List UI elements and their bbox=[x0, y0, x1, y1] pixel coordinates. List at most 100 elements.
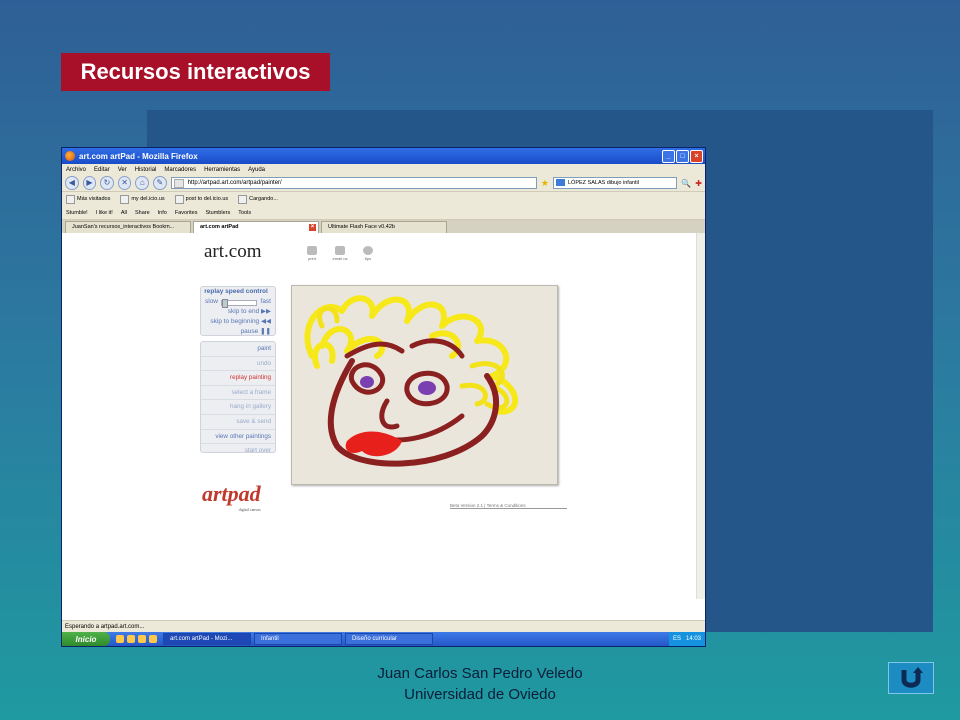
skip-to-end-button[interactable]: skip to end ▶▶ bbox=[201, 307, 275, 317]
quicklaunch-icon[interactable] bbox=[116, 635, 124, 643]
eyebrows-stroke bbox=[344, 338, 465, 359]
bookmark-item[interactable]: post to del.icio.us bbox=[174, 194, 229, 204]
bookmark-label: post to del.icio.us bbox=[185, 196, 229, 202]
slider-handle[interactable] bbox=[222, 299, 229, 308]
reload-icon[interactable]: ↻ bbox=[100, 176, 114, 190]
favorites-button[interactable]: Favorites bbox=[175, 210, 198, 216]
tool-label: email us bbox=[332, 256, 348, 261]
fast-label: fast bbox=[260, 298, 271, 305]
tab-flash-face[interactable]: Ultimate Flash Face v0.42b bbox=[321, 221, 447, 233]
printer-icon bbox=[307, 246, 317, 255]
bookmark-item[interactable]: Más visitados bbox=[66, 194, 110, 204]
logo-tagline: digital canvas bbox=[238, 507, 261, 512]
red-mouth-blob bbox=[345, 431, 402, 457]
menu-hang-in-gallery[interactable]: hang in gallery bbox=[201, 400, 275, 415]
share-button[interactable]: Share bbox=[135, 210, 150, 216]
logo-text: artpad bbox=[202, 481, 261, 506]
menu-undo[interactable]: undo bbox=[201, 357, 275, 372]
tab-close-icon[interactable]: × bbox=[309, 224, 316, 231]
menu-ayuda[interactable]: Ayuda bbox=[248, 167, 265, 173]
pause-button[interactable]: pause ❚❚ bbox=[201, 327, 275, 337]
tools-dropdown[interactable]: Tools bbox=[238, 210, 251, 216]
tab-artpad[interactable]: art.com artPad × bbox=[193, 221, 319, 233]
quicklaunch-icon[interactable] bbox=[149, 635, 157, 643]
info-button[interactable]: Info bbox=[158, 210, 167, 216]
bookmark-item[interactable]: Cargando... bbox=[238, 194, 278, 204]
taskbar-item-diseno[interactable]: Diseño curricular bbox=[345, 633, 433, 645]
like-button[interactable]: I like it! bbox=[96, 210, 113, 216]
maximize-button[interactable]: □ bbox=[676, 150, 689, 163]
painting-canvas[interactable] bbox=[291, 285, 558, 485]
menu-paint[interactable]: paint bbox=[201, 342, 275, 357]
replay-controls: replay speed control slow fast skip to e… bbox=[200, 286, 276, 336]
minimize-button[interactable]: _ bbox=[662, 150, 675, 163]
home-button[interactable] bbox=[888, 662, 934, 694]
button-label: pause bbox=[240, 328, 259, 335]
url-input[interactable]: http://artpad.art.com/artpad/painter/ bbox=[170, 177, 537, 189]
tab-bookmarks[interactable]: JuanSan's recursos_interactivos Bookm... bbox=[65, 221, 191, 233]
menu-start-over[interactable]: start over bbox=[201, 444, 275, 458]
question-icon bbox=[363, 246, 373, 255]
tool-label: tips bbox=[364, 256, 372, 261]
language-indicator[interactable]: ES bbox=[673, 636, 681, 642]
search-input[interactable]: LÓPEZ SALAS dibujo infantil bbox=[552, 177, 678, 189]
bookmark-icon bbox=[238, 194, 248, 204]
left-pupil bbox=[360, 376, 374, 388]
vertical-scrollbar[interactable] bbox=[696, 233, 705, 599]
stumblers-button[interactable]: Stumblers bbox=[205, 210, 230, 216]
print-tool[interactable]: print bbox=[302, 246, 322, 261]
bookmark-icon bbox=[174, 194, 184, 204]
menu-marcadores[interactable]: Marcadores bbox=[164, 167, 196, 173]
addon-icon[interactable]: ✎ bbox=[153, 176, 167, 190]
bookmark-label: Cargando... bbox=[249, 196, 278, 202]
rewind-icon: ◀◀ bbox=[261, 318, 271, 325]
menu-bar: Archivo Editar Ver Historial Marcadores … bbox=[62, 164, 705, 175]
menu-ver[interactable]: Ver bbox=[118, 167, 127, 173]
speed-slider[interactable] bbox=[221, 299, 258, 308]
taskbar-item-infantil[interactable]: Infantil bbox=[254, 633, 342, 645]
skip-to-beginning-button[interactable]: skip to beginning ◀◀ bbox=[201, 317, 275, 327]
stumbleupon-toolbar: Stumble! I like it! All Share Info Favor… bbox=[62, 206, 705, 220]
star-icon[interactable]: ★ bbox=[541, 178, 549, 189]
forward-button[interactable]: ▶ bbox=[82, 176, 97, 190]
back-button[interactable]: ◀ bbox=[65, 176, 79, 190]
speed-slider-row: slow fast bbox=[201, 297, 275, 308]
quicklaunch-icon[interactable] bbox=[138, 635, 146, 643]
page-content: art.com print email us tips replay speed… bbox=[62, 233, 705, 599]
right-pupil bbox=[418, 381, 436, 395]
version-footer[interactable]: Beta Version 2.1 | Terms & Conditions bbox=[450, 503, 567, 509]
menu-archivo[interactable]: Archivo bbox=[66, 167, 86, 173]
menu-editar[interactable]: Editar bbox=[94, 167, 110, 173]
menu-view-other-paintings[interactable]: view other paintings bbox=[201, 430, 275, 445]
all-dropdown[interactable]: All bbox=[121, 210, 127, 216]
menu-herramientas[interactable]: Herramientas bbox=[204, 167, 240, 173]
slide-title: Recursos interactivos bbox=[61, 53, 330, 91]
artcom-logo[interactable]: art.com bbox=[204, 241, 262, 263]
fast-forward-icon: ▶▶ bbox=[261, 308, 271, 315]
tab-label: Ultimate Flash Face v0.42b bbox=[328, 224, 395, 230]
tips-tool[interactable]: tips bbox=[358, 246, 378, 261]
quicklaunch-icon[interactable] bbox=[127, 635, 135, 643]
email-tool[interactable]: email us bbox=[330, 246, 350, 261]
home-icon[interactable]: ⌂ bbox=[135, 176, 150, 190]
menu-replay-painting[interactable]: replay painting bbox=[201, 371, 275, 386]
artpad-menu: paint undo replay painting select a fram… bbox=[200, 341, 276, 454]
tab-label: art.com artPad bbox=[200, 224, 239, 230]
page-favicon-icon bbox=[173, 179, 184, 188]
menu-historial[interactable]: Historial bbox=[135, 167, 157, 173]
slide: { "slide": { "title": "Recursos interact… bbox=[0, 0, 960, 720]
menu-select-frame[interactable]: select a frame bbox=[201, 386, 275, 401]
replay-heading: replay speed control bbox=[204, 288, 268, 295]
search-go-icon[interactable]: 🔍 bbox=[681, 179, 691, 188]
firefox-icon bbox=[65, 151, 75, 161]
taskbar-item-artpad[interactable]: art.com artPad - Mozi... bbox=[163, 633, 251, 645]
artpad-logo: artpad digital canvas bbox=[202, 481, 261, 512]
stop-icon[interactable]: ✕ bbox=[117, 176, 132, 190]
menu-save-send[interactable]: save & send bbox=[201, 415, 275, 430]
start-button[interactable]: Inicio bbox=[62, 632, 110, 646]
abp-icon[interactable]: ✚ bbox=[695, 179, 702, 188]
stumble-button[interactable]: Stumble! bbox=[66, 210, 88, 216]
bookmark-item[interactable]: my del.icio.us bbox=[120, 194, 165, 204]
close-button[interactable]: × bbox=[690, 150, 703, 163]
tab-label: JuanSan's recursos_interactivos Bookm... bbox=[72, 224, 175, 230]
